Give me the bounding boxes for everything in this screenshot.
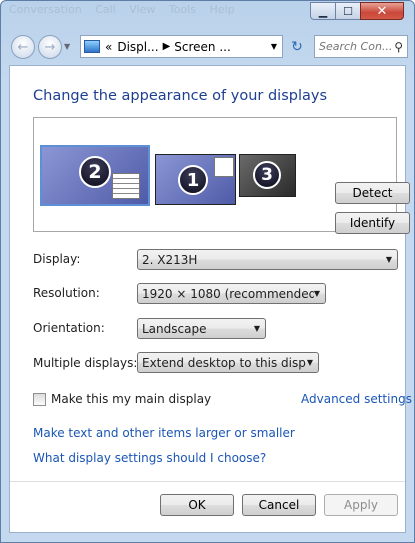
- orientation-label: Orientation:: [33, 321, 105, 335]
- detect-button[interactable]: Detect: [335, 182, 410, 204]
- apply-button[interactable]: Apply: [324, 494, 398, 516]
- ok-button[interactable]: OK: [160, 494, 234, 516]
- navigation-bar: ← → ▼ « Displ... ▶ Screen ... ▼ ↻ ⚲: [1, 29, 414, 65]
- orientation-select[interactable]: Landscape ▼: [137, 318, 266, 339]
- page-title: Change the appearance of your displays: [33, 88, 328, 104]
- monitor-1[interactable]: 1: [155, 154, 236, 205]
- address-bar[interactable]: « Displ... ▶ Screen ... ▼: [80, 35, 283, 58]
- chevron-down-icon: ▼: [313, 289, 320, 298]
- breadcrumb-screen-resolution[interactable]: Screen ...: [174, 40, 231, 54]
- multiple-displays-select-value: Extend desktop to this display: [142, 355, 307, 370]
- search-input[interactable]: [315, 39, 393, 54]
- ghost-menu-item: Conversation: [9, 3, 82, 16]
- search-box[interactable]: ⚲: [314, 35, 408, 58]
- resolution-select[interactable]: 1920 × 1080 (recommended) ▼: [137, 283, 326, 304]
- monitor-arrangement-preview[interactable]: 2 1 3 Detect Identify: [33, 117, 410, 234]
- main-display-label[interactable]: Make this my main display: [51, 392, 211, 406]
- back-arrow-icon: ←: [17, 39, 29, 55]
- monitor-2-selected[interactable]: 2: [40, 145, 150, 206]
- back-button[interactable]: ←: [11, 35, 35, 59]
- chevron-down-icon: ▼: [306, 358, 313, 367]
- close-icon: ✕: [376, 3, 388, 19]
- address-overflow-chevrons[interactable]: «: [105, 40, 112, 54]
- maximize-button[interactable]: ☐: [335, 2, 361, 20]
- forward-arrow-icon: →: [44, 39, 56, 55]
- multiple-displays-label: Multiple displays:: [33, 356, 138, 370]
- ghost-menu-item: Help: [209, 3, 235, 16]
- monitor-3[interactable]: 3: [239, 154, 296, 197]
- ghost-menu-item: Tools: [168, 3, 196, 16]
- resolution-label: Resolution:: [33, 286, 100, 300]
- title-bar[interactable]: Conversation Call View Tools Help ▁ ☐ ✕: [1, 1, 414, 29]
- identify-button[interactable]: Identify: [335, 212, 410, 234]
- search-icon[interactable]: ⚲: [394, 40, 403, 54]
- monitor-number-badge: 3: [253, 161, 281, 189]
- orientation-select-value: Landscape: [142, 321, 207, 336]
- recent-pages-dropdown-icon[interactable]: ▼: [64, 42, 70, 51]
- ghost-menu-item: View: [129, 3, 156, 16]
- main-display-checkbox[interactable]: [33, 393, 46, 406]
- address-history-dropdown-icon[interactable]: ▼: [271, 42, 277, 51]
- display-select[interactable]: 2. X213H ▼: [137, 249, 398, 270]
- display-select-value: 2. X213H: [142, 252, 198, 267]
- refresh-icon: ↻: [291, 38, 303, 55]
- minimize-icon: ▁: [318, 4, 328, 18]
- forward-button[interactable]: →: [38, 35, 62, 59]
- cancel-button[interactable]: Cancel: [242, 494, 316, 516]
- text-size-link[interactable]: Make text and other items larger or smal…: [33, 426, 295, 440]
- monitor-number-badge: 1: [178, 165, 208, 195]
- window-thumbnail-icon: [214, 157, 234, 177]
- display-label: Display:: [33, 252, 81, 266]
- taskbar-grid-icon: [112, 173, 140, 199]
- ghost-menu-item: Call: [95, 3, 116, 16]
- maximize-icon: ☐: [343, 4, 353, 18]
- background-menu-text: Conversation Call View Tools Help: [9, 3, 245, 16]
- control-panel-icon: [84, 40, 100, 53]
- advanced-settings-link[interactable]: Advanced settings: [301, 392, 412, 406]
- close-button[interactable]: ✕: [360, 2, 404, 20]
- chevron-down-icon: ▼: [385, 255, 392, 264]
- footer-divider: [10, 481, 405, 482]
- display-settings-window: Conversation Call View Tools Help ▁ ☐ ✕ …: [0, 0, 415, 543]
- minimize-button[interactable]: ▁: [310, 2, 336, 20]
- content-panel: Change the appearance of your displays 2…: [9, 65, 412, 533]
- resolution-select-value: 1920 × 1080 (recommended): [142, 286, 314, 301]
- breadcrumb-separator-icon: ▶: [162, 41, 171, 52]
- refresh-button[interactable]: ↻: [286, 35, 308, 58]
- monitor-number-badge: 2: [79, 156, 111, 188]
- chevron-down-icon: ▼: [253, 324, 260, 333]
- breadcrumb-display[interactable]: Displ...: [117, 40, 158, 54]
- display-help-link[interactable]: What display settings should I choose?: [33, 451, 266, 465]
- multiple-displays-select[interactable]: Extend desktop to this display ▼: [137, 352, 319, 373]
